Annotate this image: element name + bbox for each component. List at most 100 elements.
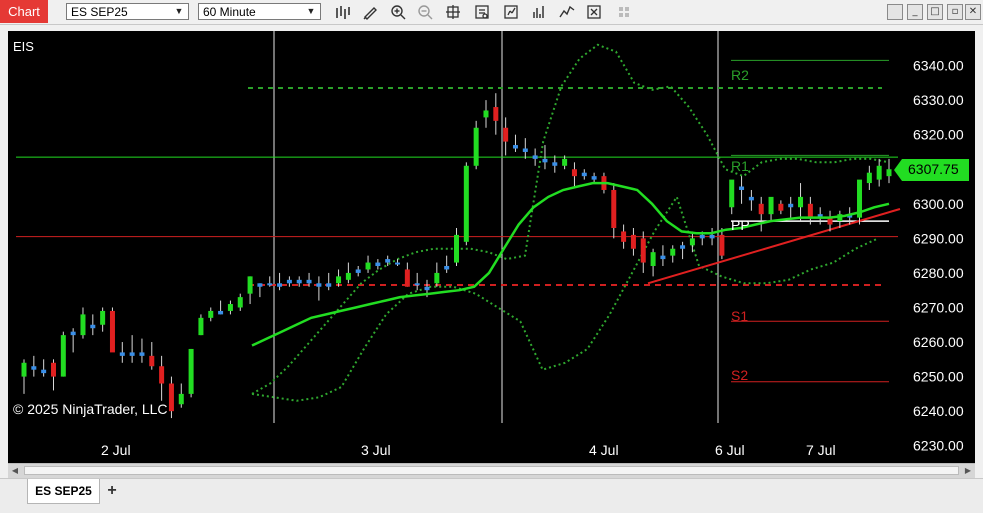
minimize-icon: _ bbox=[912, 6, 918, 17]
candle-body bbox=[473, 127, 479, 166]
candle-body bbox=[542, 158, 548, 163]
candle-body bbox=[719, 234, 725, 256]
candle-body bbox=[21, 362, 27, 377]
candle-body bbox=[267, 283, 273, 286]
candle-body bbox=[670, 248, 676, 256]
candle-body bbox=[129, 352, 135, 356]
tab-es-sep25[interactable]: ES SEP25 bbox=[27, 479, 100, 504]
candle-body bbox=[139, 352, 145, 356]
chart-window-label[interactable]: Chart bbox=[0, 0, 48, 23]
candle-body bbox=[218, 310, 224, 315]
candle-body bbox=[159, 366, 165, 384]
scrollbar-thumb[interactable] bbox=[24, 466, 959, 475]
data-box-button[interactable] bbox=[472, 2, 492, 22]
candle-body bbox=[483, 110, 489, 118]
indicators-icon bbox=[533, 6, 544, 18]
candle-body bbox=[866, 172, 872, 184]
chart-panel[interactable]: 6340.006330.006320.006310.006300.006290.… bbox=[8, 31, 975, 463]
restore-icon: ▫ bbox=[951, 6, 959, 17]
crosshair-button[interactable] bbox=[443, 2, 463, 22]
candle-body bbox=[198, 317, 204, 336]
candle-body bbox=[552, 162, 558, 166]
price-tick-label: 6320.00 bbox=[913, 127, 964, 143]
candle-body bbox=[119, 352, 125, 356]
candle-body bbox=[699, 234, 705, 239]
date-tick-label: 4 Jul bbox=[589, 442, 619, 458]
current-price-value: 6307.75 bbox=[908, 161, 959, 177]
candle-body bbox=[640, 238, 646, 263]
candle-body bbox=[876, 165, 882, 180]
horizontal-scrollbar[interactable]: ◀ ▶ bbox=[8, 463, 975, 478]
candle-body bbox=[503, 127, 509, 142]
candle-body bbox=[80, 314, 86, 336]
candle-body bbox=[100, 310, 106, 325]
candle-body bbox=[149, 355, 155, 367]
add-tab-icon[interactable]: + bbox=[102, 481, 122, 501]
candle-body bbox=[355, 269, 361, 273]
pivot-pp-label: PP bbox=[731, 217, 750, 233]
candle-body bbox=[336, 276, 342, 284]
candle-body bbox=[444, 266, 450, 270]
candle-body bbox=[434, 272, 440, 284]
candle-body bbox=[532, 155, 538, 159]
price-chart[interactable]: 6340.006330.006320.006310.006300.006290.… bbox=[8, 31, 975, 463]
instrument-label: EIS bbox=[13, 39, 34, 54]
restore-button[interactable]: ▫ bbox=[947, 4, 963, 20]
price-tick-label: 6290.00 bbox=[913, 230, 964, 246]
candle-body bbox=[365, 262, 371, 270]
pivot-r1-label: R1 bbox=[731, 158, 749, 174]
properties-icon bbox=[587, 5, 601, 19]
current-price-marker: 6307.75 bbox=[894, 158, 970, 182]
scroll-right-icon[interactable]: ▶ bbox=[961, 464, 975, 477]
close-button[interactable]: ✕ bbox=[965, 4, 981, 20]
indicators-button[interactable] bbox=[529, 2, 549, 22]
candle-body bbox=[522, 148, 528, 152]
maximize-icon: □ bbox=[930, 6, 940, 17]
window-link-icon bbox=[619, 7, 629, 17]
date-tick-label: 6 Jul bbox=[715, 442, 745, 458]
candle-body bbox=[385, 259, 391, 263]
chevron-down-icon: ▼ bbox=[306, 6, 316, 16]
zoom-in-button[interactable] bbox=[388, 2, 408, 22]
interval-selector[interactable]: 60 Minute ▼ bbox=[198, 3, 321, 20]
candle-body bbox=[748, 196, 754, 201]
candle-body bbox=[286, 279, 292, 284]
candle-body bbox=[168, 383, 174, 412]
drawing-tools-button[interactable] bbox=[360, 2, 380, 22]
zoom-out-button[interactable] bbox=[415, 2, 435, 22]
candle-body bbox=[798, 196, 804, 208]
candle-body bbox=[277, 283, 283, 287]
zoom-out-icon bbox=[418, 5, 433, 20]
candle-body bbox=[227, 304, 233, 311]
properties-button[interactable] bbox=[584, 2, 604, 22]
bar-type-button[interactable] bbox=[333, 2, 353, 22]
candle-body bbox=[650, 252, 656, 267]
instrument-selector[interactable]: ES SEP25 ▼ bbox=[66, 3, 189, 20]
date-tick-label: 3 Jul bbox=[361, 442, 391, 458]
zoom-in-icon bbox=[391, 5, 406, 20]
candle-body bbox=[660, 255, 666, 260]
window-link-button[interactable] bbox=[614, 2, 634, 22]
price-tick-label: 6330.00 bbox=[913, 92, 964, 108]
candle-body bbox=[512, 145, 518, 149]
strategies-icon bbox=[504, 5, 518, 19]
candle-body bbox=[395, 262, 401, 265]
candle-body bbox=[768, 196, 774, 215]
candle-body bbox=[778, 203, 784, 211]
maximize-button[interactable]: □ bbox=[927, 4, 943, 20]
pivot-s1-label: S1 bbox=[731, 308, 749, 324]
candle-body bbox=[493, 107, 499, 121]
chevron-down-icon: ▼ bbox=[174, 6, 184, 16]
copyright-label: © 2025 NinjaTrader, LLC bbox=[13, 401, 168, 417]
candle-body bbox=[90, 324, 96, 329]
candle-body bbox=[758, 203, 764, 215]
chart-trader-button[interactable] bbox=[557, 2, 577, 22]
scroll-left-icon[interactable]: ◀ bbox=[8, 464, 22, 477]
candle-body bbox=[630, 234, 636, 249]
window-gray-button[interactable] bbox=[887, 4, 903, 20]
candle-body bbox=[581, 172, 587, 177]
candle-body bbox=[424, 286, 430, 291]
strategies-button[interactable] bbox=[501, 2, 521, 22]
candle-body bbox=[50, 362, 56, 377]
minimize-button[interactable]: _ bbox=[907, 4, 923, 20]
